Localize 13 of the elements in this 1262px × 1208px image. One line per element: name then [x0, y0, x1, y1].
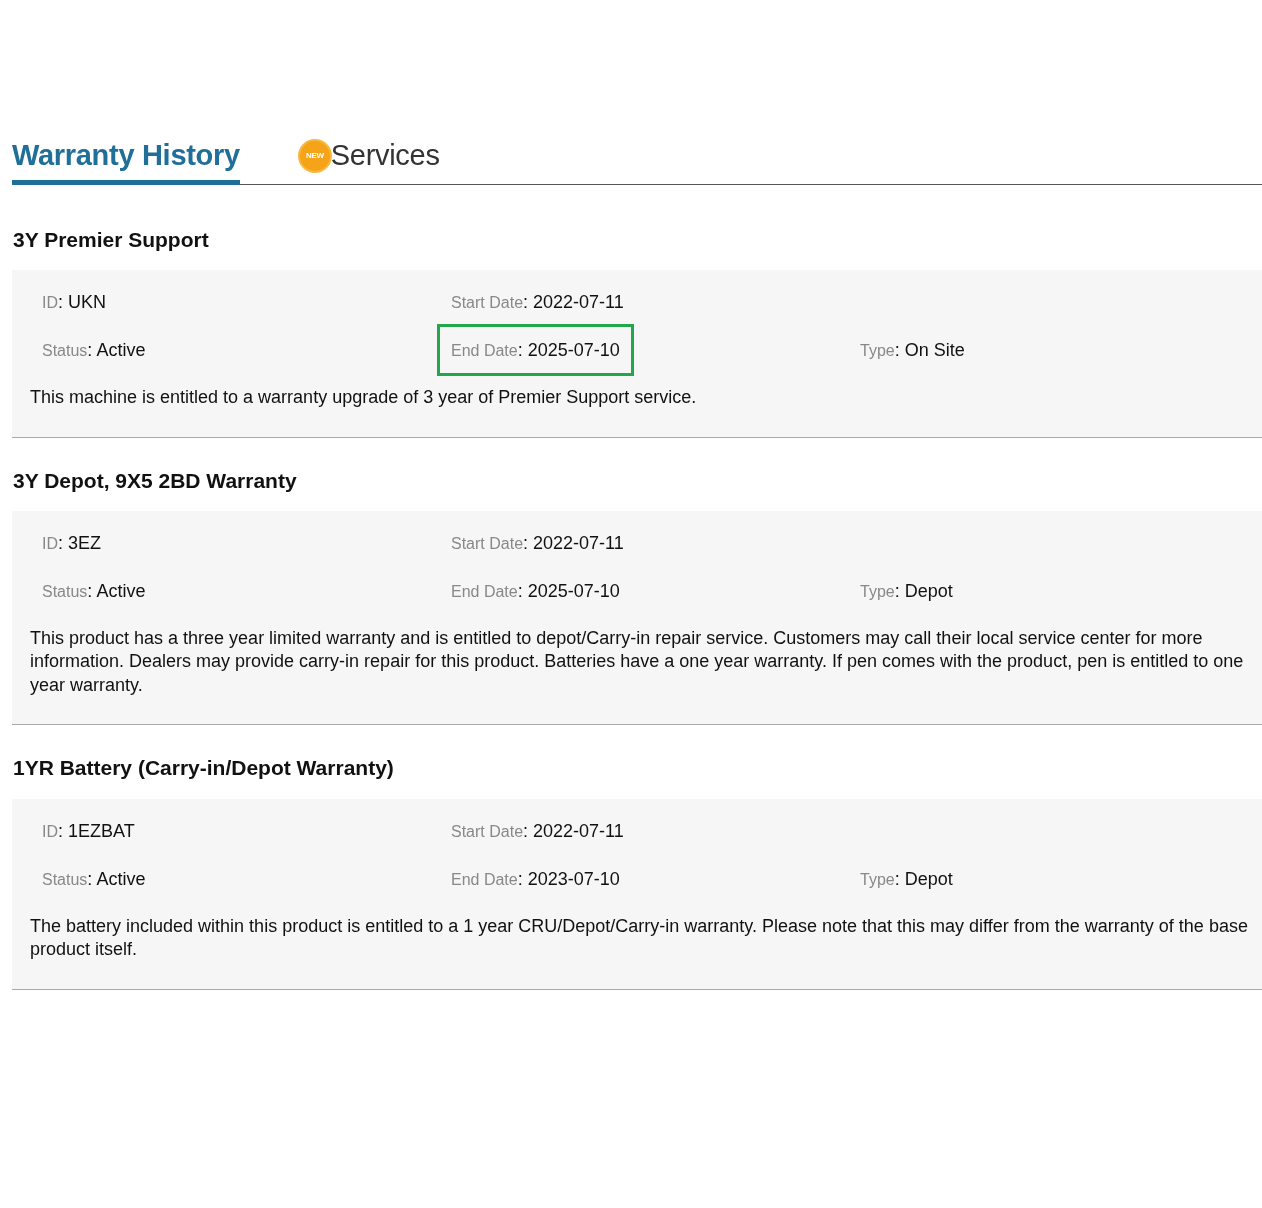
- warranty-field: Type: On Site: [846, 324, 979, 377]
- tab[interactable]: Warranty History: [12, 139, 240, 185]
- warranty-field: End Date: 2025-07-10: [437, 324, 634, 377]
- warranty-field: Type: Depot: [846, 564, 967, 617]
- warranty-field: Type: Depot: [846, 852, 967, 905]
- warranty-description: This product has a three year limited warranty and is entitled to depot/Carry-in repair service. Customers may call their local service center for more information. Dealers may provide carry-in repair for this product. Batteries have a one year warranty. If pen comes with the product, pen is entitled to one year warranty.: [30, 626, 1245, 697]
- warranty-title: 3Y Depot, 9X5 2BD Warranty: [12, 467, 298, 494]
- warranty-title: 1YR Battery (Carry-in/Depot Warranty): [12, 755, 395, 782]
- new-badge: NEW: [299, 140, 330, 171]
- tab[interactable]: NEW Services: [299, 139, 440, 185]
- warranty-description: This machine is entitled to a warranty upgrade of 3 year of Premier Support service.: [30, 386, 698, 410]
- warranty-title: 3Y Premier Support: [12, 227, 210, 253]
- warranty-description: The battery included within this product is entitled to a 1 year CRU/Depot/Carry-in warranty. Please note that this may differ from the warranty of the base product itself.: [30, 914, 1249, 962]
